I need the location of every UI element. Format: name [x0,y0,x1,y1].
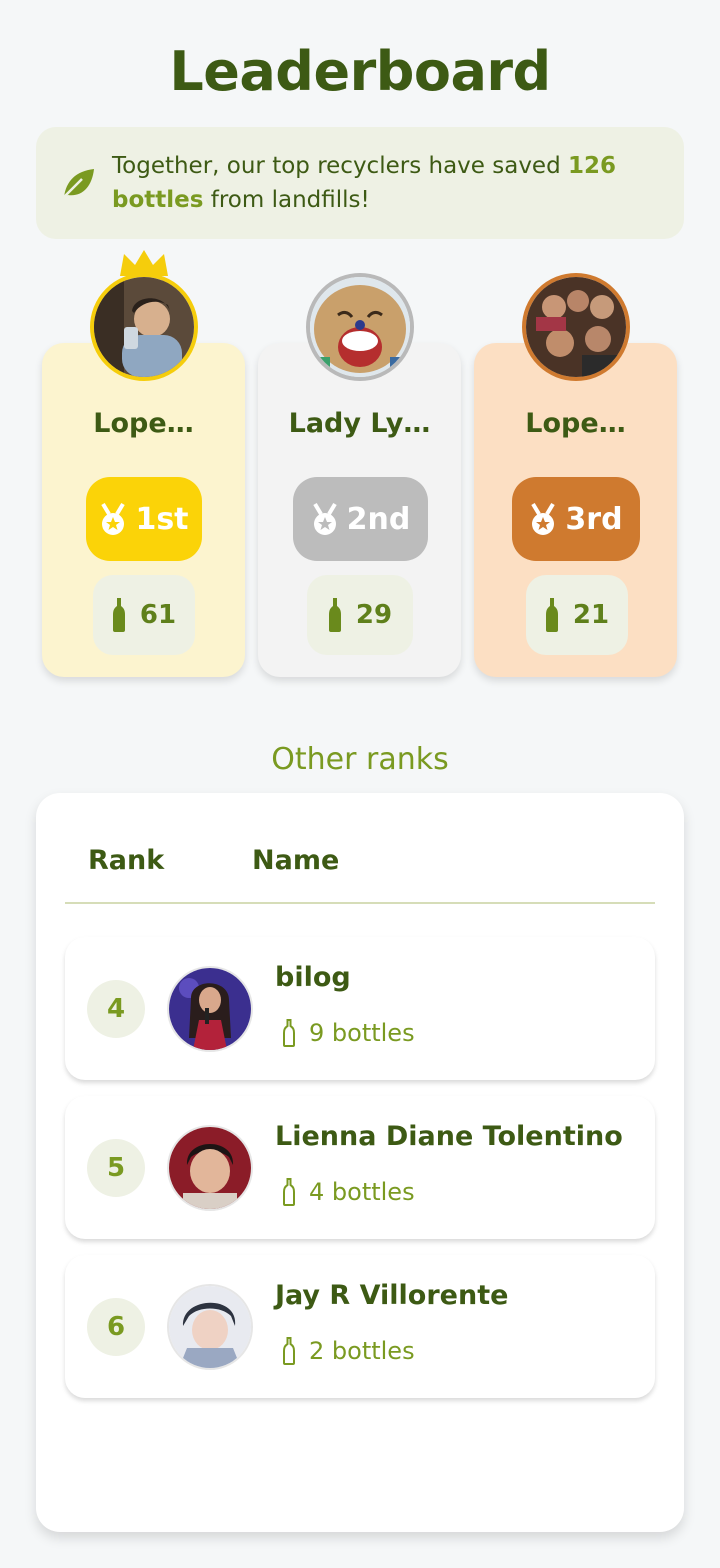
podium-name-first: Lope… [93,408,194,439]
savings-banner: Together, our top recyclers have saved 1… [36,127,684,239]
place-badge: 1st [86,477,202,561]
medal-icon [101,502,126,535]
row-bottles: 9 bottles [283,1019,415,1047]
medal-icon [531,502,556,535]
avatar [167,1284,253,1370]
bottle-count: 21 [526,575,628,655]
podium-name-second: Lady Ly… [288,408,431,439]
podium-name-third: Lope… [525,408,626,439]
row-name: bilog [275,962,351,993]
bottle-icon [283,1337,295,1365]
avatar[interactable] [306,273,414,381]
row-name: Lienna Diane Tolentino [275,1121,623,1152]
bottle-icon [545,598,558,632]
table-row[interactable]: 5 Lienna Diane Tolentino 4 bottles [65,1096,655,1239]
banner-text: Together, our top recyclers have saved 1… [112,153,617,213]
rank-number: 6 [87,1298,145,1356]
row-bottles: 4 bottles [283,1178,415,1206]
table-row[interactable]: 4 bilog 9 bottles [65,937,655,1080]
bottle-icon [283,1178,295,1206]
place-badge: 2nd [293,477,428,561]
leaf-icon [63,169,94,198]
avatar [167,1125,253,1211]
avatar[interactable] [90,273,198,381]
column-header-rank: Rank [88,845,165,876]
row-bottles: 2 bottles [283,1337,415,1365]
avatar [167,966,253,1052]
bottle-icon [283,1019,295,1047]
row-name: Jay R Villorente [275,1280,509,1311]
column-header-name: Name [252,845,340,876]
place-badge: 3rd [512,477,640,561]
bottle-icon [328,598,341,632]
table-row[interactable]: 6 Jay R Villorente 2 bottles [65,1255,655,1398]
bottle-count: 29 [307,575,413,655]
avatar[interactable] [522,273,630,381]
bottle-count: 61 [93,575,195,655]
rank-number: 5 [87,1139,145,1197]
bottle-icon [112,598,125,632]
divider [65,902,655,904]
rank-number: 4 [87,980,145,1038]
section-title: Other ranks [271,742,449,777]
page-title: Leaderboard [169,40,551,103]
medal-icon [312,502,337,535]
